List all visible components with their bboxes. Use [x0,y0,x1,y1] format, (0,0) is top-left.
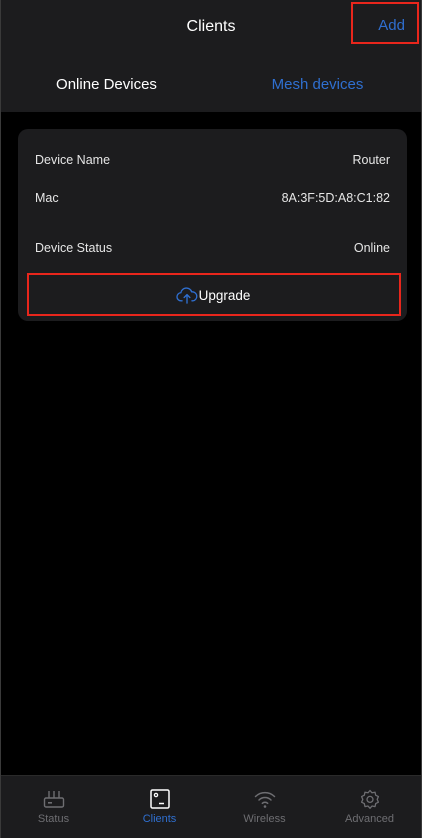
tab-mesh-devices[interactable]: Mesh devices [212,68,421,102]
nav-wireless-label: Wireless [243,813,286,825]
tab-bar: Online Devices Mesh devices [1,68,421,104]
client-device-icon [149,789,170,809]
router-icon [43,791,64,808]
nav-wireless[interactable]: Wireless [212,788,317,825]
nav-clients-label: Clients [142,813,177,825]
device-status-value: Online [353,241,390,255]
upgrade-button[interactable]: Upgrade [28,275,398,315]
nav-status[interactable]: Status [1,788,106,825]
nav-status-label: Status [37,813,70,825]
header: Clients Add Online Devices Mesh devices [1,0,421,112]
mac-value: 8A:3F:5D:A8:C1:82 [281,191,390,205]
add-button[interactable]: Add [345,7,411,45]
wifi-icon [254,791,275,808]
mac-label: Mac [35,191,59,205]
clients-screen: Clients Add Online Devices Mesh devices … [0,0,422,838]
gear-icon [360,789,379,809]
cloud-upload-icon [175,287,198,304]
device-name-value: Router [352,153,390,167]
tab-online-devices[interactable]: Online Devices [1,68,212,102]
nav-advanced-label: Advanced [345,813,394,825]
device-card: Device Name Router Mac 8A:3F:5D:A8:C1:82… [18,129,407,321]
device-status-label: Device Status [35,241,113,255]
nav-clients[interactable]: Clients [107,788,212,825]
upgrade-label: Upgrade [198,287,251,303]
bottom-nav: Status Clients Wireless Advanced [1,775,421,838]
device-name-label: Device Name [35,153,111,167]
nav-advanced[interactable]: Advanced [317,788,421,825]
